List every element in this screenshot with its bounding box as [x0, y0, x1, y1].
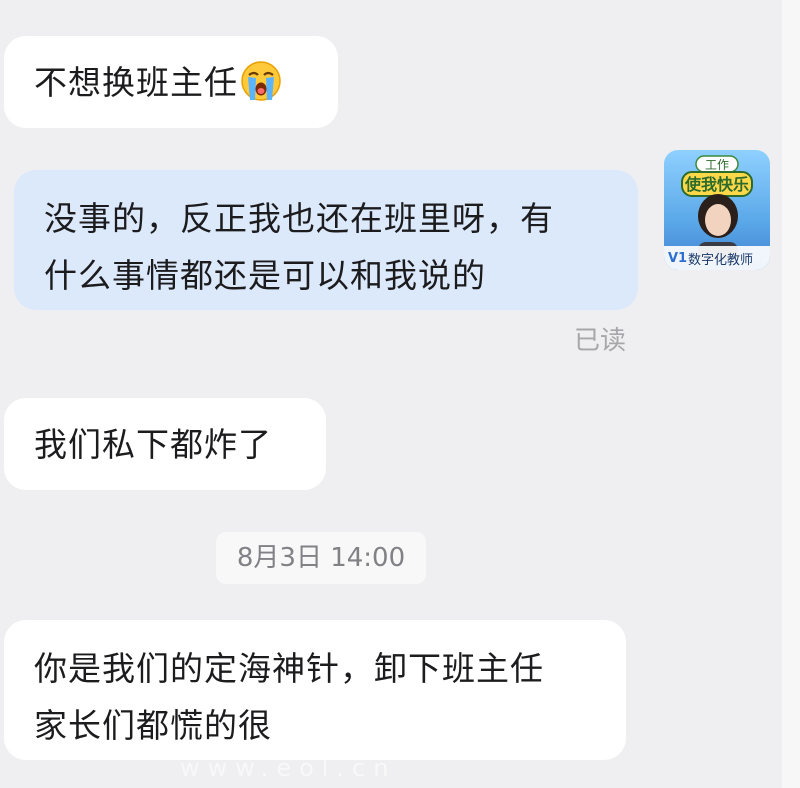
timestamp: 8月3日 14:00	[216, 532, 426, 584]
message-text: 不想换班主任	[34, 63, 238, 102]
avatar-role: 数字化教师	[688, 252, 754, 268]
avatar-version: V1	[668, 250, 688, 266]
message-bubble-outgoing[interactable]: 没事的，反正我也还在班里呀，有 什么事情都还是可以和我说的	[14, 170, 638, 310]
watermark: www.eol.cn	[180, 754, 397, 782]
crying-face-icon	[241, 61, 281, 101]
message-text: 我们私下都炸了	[34, 425, 272, 464]
message-bubble-incoming[interactable]: 你是我们的定海神针，卸下班主任 家长们都慌的很	[4, 620, 626, 760]
chat-view: 不想换班主任 没事的，反正我也还在班里呀，有 什么事情都还是可以和我说的 工作 …	[0, 0, 782, 788]
read-status: 已读	[574, 326, 627, 356]
message-bubble-incoming[interactable]: 不想换班主任	[4, 36, 338, 128]
avatar-badge: V1 数字化教师	[664, 246, 770, 270]
message-bubble-incoming[interactable]: 我们私下都炸了	[4, 398, 326, 490]
message-text: 没事的，反正我也还在班里呀，有 什么事情都还是可以和我说的	[44, 199, 554, 295]
message-text: 你是我们的定海神针，卸下班主任 家长们都慌的很	[34, 649, 544, 745]
avatar[interactable]: 工作 使我快乐 V1 数字化教师	[664, 150, 770, 270]
scroll-gutter	[782, 0, 800, 788]
avatar-banner-top: 工作	[705, 158, 729, 172]
